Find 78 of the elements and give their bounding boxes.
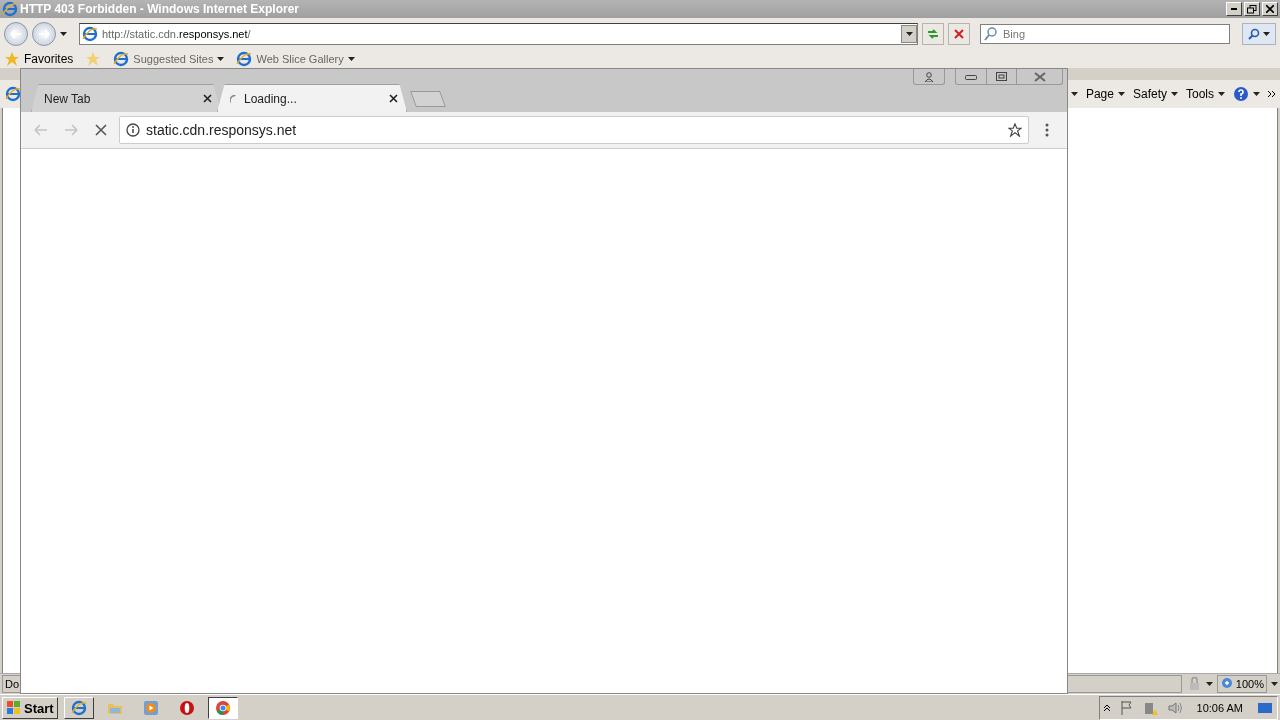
restore-button[interactable] — [1244, 2, 1260, 16]
windows-logo — [6, 700, 22, 716]
ie-icon — [70, 700, 87, 716]
person-icon — [924, 71, 934, 82]
forward-arrow-icon — [38, 29, 50, 39]
caret-icon — [1070, 92, 1078, 96]
minimize-button[interactable] — [1226, 2, 1242, 16]
search-button[interactable] — [1242, 23, 1276, 45]
browser-tab[interactable]: New Tab — [31, 84, 221, 112]
forward-button[interactable] — [32, 22, 56, 46]
info-icon[interactable] — [126, 123, 140, 137]
caret-icon — [1171, 92, 1178, 96]
search-icon — [1248, 28, 1260, 40]
favorites-link[interactable]: Suggested Sites — [113, 51, 225, 67]
caret-icon — [1117, 92, 1125, 96]
help-icon — [1233, 86, 1249, 102]
caret-icon — [1253, 92, 1260, 96]
caret-icon — [1205, 682, 1213, 686]
chevron-icon[interactable] — [1268, 90, 1276, 98]
close-icon[interactable] — [389, 94, 398, 103]
flag-icon[interactable] — [1118, 700, 1135, 716]
caret-icon — [217, 57, 225, 61]
star-icon — [85, 51, 102, 67]
star-icon — [4, 51, 20, 67]
maximize-icon — [996, 72, 1007, 81]
close-icon — [1266, 5, 1274, 13]
refresh-button[interactable] — [922, 23, 944, 45]
caret-icon — [60, 32, 67, 36]
dots-icon — [1045, 123, 1049, 137]
caret-icon — [347, 57, 355, 61]
dropdown-button[interactable] — [901, 25, 917, 43]
back-button[interactable] — [4, 22, 28, 46]
menu-button[interactable]: Safety — [1132, 87, 1178, 101]
chrome-icon — [214, 700, 231, 716]
minimize-icon — [1231, 8, 1237, 10]
url-text: static.cdn.responsys.net — [146, 122, 298, 138]
play-icon — [142, 700, 159, 716]
ie-icon — [2, 1, 18, 17]
menu-button[interactable]: Tools — [1186, 87, 1225, 101]
search-field[interactable]: Bing — [980, 24, 1230, 44]
page-icon — [113, 51, 130, 67]
favorites-link[interactable]: Web Slice Gallery — [236, 51, 355, 67]
close-icon[interactable] — [203, 94, 212, 103]
close-icon — [1033, 71, 1046, 82]
page-icon — [5, 86, 21, 102]
back-arrow-icon — [34, 124, 48, 136]
favorites-button[interactable]: Favorites — [4, 51, 74, 67]
minimize-icon — [965, 73, 977, 80]
taskbar-button[interactable] — [207, 697, 238, 719]
page-icon — [236, 51, 253, 67]
help-button[interactable] — [1233, 86, 1260, 102]
clock[interactable]: 10:06 AM — [1196, 702, 1243, 714]
caret-icon — [1263, 32, 1270, 36]
caret-icon — [905, 32, 913, 36]
caret-icon — [1218, 92, 1225, 96]
star-icon[interactable] — [1008, 123, 1022, 137]
address-field[interactable]: static.cdn.responsys.net — [119, 116, 1029, 144]
back-arrow-icon — [10, 29, 22, 39]
window-title: HTTP 403 Forbidden - Windows Internet Explorer — [20, 2, 301, 16]
caret-icon — [1271, 682, 1278, 686]
refresh-icon — [927, 29, 939, 39]
start-button[interactable]: Start — [2, 697, 58, 719]
menu-button[interactable]: Page — [1085, 87, 1125, 101]
stop-icon — [95, 124, 107, 136]
search-icon — [983, 26, 999, 42]
spinner-icon — [230, 94, 236, 103]
forward-arrow-icon — [64, 124, 78, 136]
opera-icon — [178, 700, 195, 716]
chevron-icon[interactable] — [1103, 704, 1111, 712]
address-text: http://static.cdn.responsys.net/ — [102, 28, 251, 40]
page-icon — [82, 26, 98, 42]
stop-icon — [954, 29, 964, 39]
stop-button[interactable] — [948, 23, 970, 45]
restore-icon — [1247, 4, 1257, 14]
show-desktop-icon[interactable] — [1257, 700, 1273, 716]
browser-tab[interactable]: Loading... — [217, 84, 407, 112]
address-field[interactable]: http://static.cdn.responsys.net/ — [79, 23, 918, 45]
zoom-level[interactable]: 100% — [1216, 675, 1267, 693]
